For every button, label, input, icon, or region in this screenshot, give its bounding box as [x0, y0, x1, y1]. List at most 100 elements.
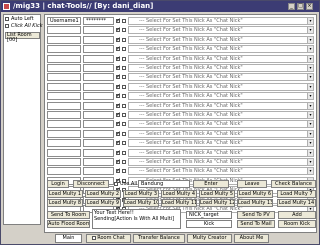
row-select-checkbox[interactable]	[122, 47, 126, 52]
username-field[interactable]	[47, 92, 81, 101]
password-field[interactable]	[83, 73, 114, 82]
room-kick-button[interactable]: Room Kick	[278, 220, 316, 228]
auto-flood-room-button[interactable]: Auto Flood Room	[47, 220, 90, 228]
password-field[interactable]	[83, 158, 114, 166]
send-to-mail-button[interactable]: Send To Mail	[237, 220, 275, 228]
chat-nick-select[interactable]: --- Select For Set This Nick As "Chat Ni…	[128, 167, 314, 176]
row-select-checkbox[interactable]	[122, 169, 126, 174]
load-multy-button[interactable]: Load Multy 6	[237, 190, 273, 198]
password-field[interactable]	[83, 120, 114, 129]
use-all-checkbox[interactable]	[114, 182, 118, 186]
chat-nick-select[interactable]: --- Select For Set This Nick As "Chat Ni…	[128, 82, 314, 91]
chevron-down-icon[interactable]: ▾	[307, 83, 313, 90]
username-field[interactable]	[47, 120, 81, 129]
chat-nick-select[interactable]: --- Select For Set This Nick As "Chat Ni…	[128, 35, 314, 44]
load-multy-button[interactable]: Load Multy 5	[199, 190, 235, 198]
password-field[interactable]	[83, 45, 114, 54]
chat-nick-select[interactable]: --- Select For Set This Nick As "Chat Ni…	[128, 101, 314, 110]
row-select-checkbox[interactable]	[122, 19, 126, 23]
send-to-room-button[interactable]: Send To Room	[47, 211, 90, 219]
chat-nick-select[interactable]: --- Select For Set This Nick As "Chat Ni…	[128, 64, 314, 72]
row-use-checkbox[interactable]	[116, 139, 121, 146]
load-multy-button[interactable]: Load Multy 1	[47, 190, 83, 198]
chevron-down-icon[interactable]: ▾	[307, 46, 313, 53]
chevron-down-icon[interactable]: ▾	[307, 159, 313, 165]
password-field[interactable]	[83, 35, 114, 44]
password-field[interactable]	[83, 64, 114, 72]
load-multy-button[interactable]: Load Multy 7	[277, 190, 316, 198]
chevron-down-icon[interactable]: ▾	[307, 121, 313, 128]
chevron-down-icon[interactable]: ▾	[307, 65, 313, 71]
load-multy-button[interactable]: Load Multy 14	[277, 199, 316, 207]
row-use-checkbox[interactable]	[116, 26, 121, 33]
row-use-checkbox[interactable]	[116, 45, 121, 52]
chat-nick-select[interactable]: --- Select For Set This Nick As "Chat Ni…	[128, 158, 314, 166]
load-multy-button[interactable]: Load Multy 12	[199, 199, 235, 207]
username-field[interactable]	[47, 167, 81, 176]
chevron-down-icon[interactable]: ▾	[307, 74, 313, 81]
row-select-checkbox[interactable]	[122, 122, 126, 127]
row-select-checkbox[interactable]	[122, 75, 126, 80]
username-field[interactable]	[47, 148, 81, 157]
username-field[interactable]	[47, 101, 81, 110]
username-field[interactable]	[47, 82, 81, 91]
row-use-checkbox[interactable]	[116, 102, 121, 109]
username-field[interactable]	[47, 129, 81, 138]
list-room-button[interactable]: List Room [00]	[5, 32, 40, 43]
chat-nick-select[interactable]: --- Select For Set This Nick As "Chat Ni…	[128, 73, 314, 82]
username-field[interactable]: Username1	[47, 17, 81, 25]
send-to-pv-button[interactable]: Send To PV	[237, 211, 275, 219]
load-multy-button[interactable]: Load Multy 10	[123, 199, 159, 207]
username-field[interactable]	[47, 139, 81, 148]
chevron-down-icon[interactable]: ▾	[307, 18, 313, 24]
room-name-field[interactable]: Bandung	[138, 180, 190, 188]
username-field[interactable]	[47, 64, 81, 72]
add-button[interactable]: Add	[278, 211, 316, 219]
tab-transfer-balance[interactable]: Transfer Balance	[133, 234, 185, 243]
enter-button[interactable]: Enter	[193, 180, 229, 188]
row-use-checkbox[interactable]	[116, 92, 121, 99]
password-field[interactable]	[83, 167, 114, 176]
row-select-checkbox[interactable]	[122, 131, 126, 136]
row-use-checkbox[interactable]	[116, 64, 121, 71]
password-field[interactable]	[83, 148, 114, 157]
chevron-down-icon[interactable]: ▾	[307, 27, 313, 34]
password-field[interactable]	[83, 92, 114, 101]
chat-nick-select[interactable]: --- Select For Set This Nick As "Chat Ni…	[128, 26, 314, 35]
username-field[interactable]	[47, 111, 81, 119]
row-use-checkbox[interactable]	[116, 83, 121, 90]
load-multy-button[interactable]: Load Multy 3	[123, 190, 159, 198]
row-select-checkbox[interactable]	[122, 141, 126, 146]
row-use-checkbox[interactable]	[116, 17, 121, 24]
load-multy-button[interactable]: Load Multy 2	[85, 190, 121, 198]
tab-multy-creator[interactable]: Multy Creator	[187, 234, 232, 243]
load-multy-button[interactable]: Load Multy 11	[161, 199, 197, 207]
chat-nick-select[interactable]: --- Select For Set This Nick As "Chat Ni…	[128, 111, 314, 119]
username-field[interactable]	[47, 45, 81, 54]
chevron-down-icon[interactable]: ▾	[307, 55, 313, 62]
row-select-checkbox[interactable]	[122, 56, 126, 61]
close-icon[interactable]: ×	[306, 3, 313, 10]
minimize-icon[interactable]: _	[288, 3, 295, 10]
password-field[interactable]	[83, 26, 114, 35]
chat-nick-select[interactable]: --- Select For Set This Nick As "Chat Ni…	[128, 92, 314, 101]
chat-nick-select[interactable]: --- Select For Set This Nick As "Chat Ni…	[128, 120, 314, 129]
row-use-checkbox[interactable]	[116, 130, 121, 137]
row-use-checkbox[interactable]	[116, 111, 121, 118]
tab-room-chat[interactable]: Room Chat	[86, 234, 131, 243]
row-select-checkbox[interactable]	[122, 160, 126, 164]
chevron-down-icon[interactable]: ▾	[307, 112, 313, 118]
password-field[interactable]	[83, 82, 114, 91]
row-select-checkbox[interactable]	[122, 94, 126, 99]
load-multy-button[interactable]: Load Multy 13	[237, 199, 273, 207]
row-select-checkbox[interactable]	[122, 66, 126, 70]
row-use-checkbox[interactable]	[116, 36, 121, 43]
chevron-down-icon[interactable]: ▾	[307, 102, 313, 109]
chevron-down-icon[interactable]: ▾	[307, 168, 313, 175]
password-field[interactable]: ********	[83, 17, 114, 25]
row-use-checkbox[interactable]	[116, 120, 121, 127]
chevron-down-icon[interactable]: ▾	[307, 93, 313, 100]
row-select-checkbox[interactable]	[122, 113, 126, 117]
chevron-down-icon[interactable]: ▾	[307, 140, 313, 147]
row-use-checkbox[interactable]	[116, 149, 121, 156]
